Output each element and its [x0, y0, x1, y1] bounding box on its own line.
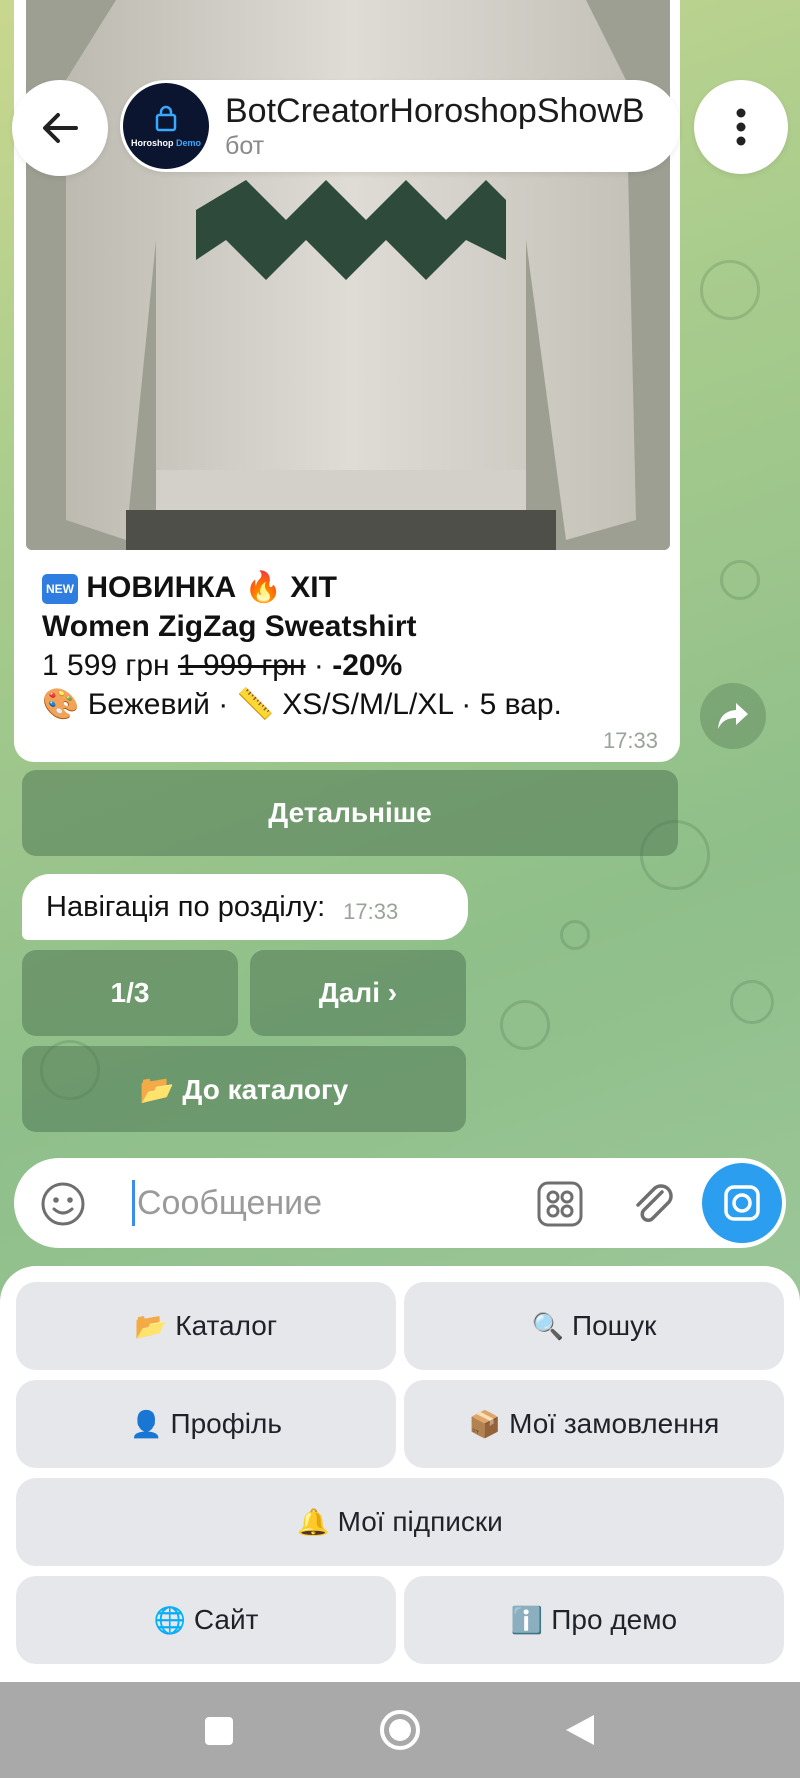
magnifier-icon: 🔍	[531, 1310, 564, 1341]
chat-header-texts: BotCreatorHoroshopShowB бот	[225, 91, 645, 161]
catalog-button-label: Каталог	[175, 1310, 278, 1341]
share-button[interactable]	[700, 683, 766, 749]
package-icon: 📦	[468, 1408, 502, 1439]
home-circle-icon	[380, 1710, 420, 1750]
new-badge-icon: NEW	[42, 574, 78, 605]
message-time: 17:33	[602, 728, 658, 753]
price-separator: ·	[313, 649, 324, 682]
navigation-message: Навігація по розділу: 17:33	[22, 874, 468, 940]
system-navigation-bar	[0, 1682, 800, 1778]
details-button[interactable]: Детальніше	[22, 770, 678, 856]
triangle-back-icon	[566, 1715, 594, 1745]
next-page-button[interactable]: Далі ›	[250, 950, 466, 1036]
avatar-logo-text: Horoshop Demo	[130, 138, 202, 148]
emoji-button[interactable]	[40, 1181, 86, 1227]
my-orders-button-label: Мої замовлення	[509, 1408, 720, 1439]
camera-icon	[724, 1185, 760, 1221]
page-indicator-button[interactable]: 1/3	[22, 950, 238, 1036]
site-button-label: Сайт	[193, 1604, 259, 1635]
bot-keyboard-toggle[interactable]	[536, 1180, 584, 1228]
folder-icon: 📂	[134, 1310, 168, 1341]
more-vertical-icon	[736, 108, 746, 146]
chat-subtitle: бот	[225, 132, 265, 160]
message-input-bar	[14, 1158, 786, 1248]
product-price: 1 599 грн	[42, 649, 170, 682]
reply-keyboard: 📂 Каталог 🔍 Пошук 👤 Профіль 📦 Мої замовл…	[0, 1266, 800, 1682]
chat-title: BotCreatorHoroshopShowB	[225, 92, 645, 130]
back-button[interactable]	[12, 80, 108, 176]
product-old-price: 1 999 грн	[177, 649, 306, 682]
share-arrow-icon	[718, 703, 748, 729]
home-button[interactable]	[378, 1708, 422, 1752]
user-icon: 👤	[130, 1408, 163, 1439]
product-caption: NEW НОВИНКА 🔥 ХІТ Women ZigZag Sweatshir…	[42, 568, 662, 724]
paperclip-icon	[636, 1184, 673, 1222]
more-menu-button[interactable]	[694, 80, 788, 174]
about-demo-button-label: Про демо	[551, 1604, 678, 1635]
catalog-button[interactable]: 📂 Каталог	[16, 1282, 396, 1370]
square-icon	[205, 1717, 233, 1745]
bot-avatar[interactable]: Horoshop Demo	[123, 83, 209, 169]
search-button[interactable]: 🔍 Пошук	[404, 1282, 784, 1370]
bell-icon: 🔔	[297, 1506, 330, 1537]
product-discount: -20%	[332, 649, 403, 682]
product-name: Women ZigZag Sweatshirt	[42, 610, 417, 643]
to-catalog-button[interactable]: 📂 До каталогу	[22, 1046, 466, 1132]
keyboard-grid-icon	[537, 1181, 583, 1227]
recents-button[interactable]	[202, 1714, 236, 1748]
my-subscriptions-button-label: Мої підписки	[337, 1506, 503, 1537]
chat-header[interactable]: Horoshop Demo BotCreatorHoroshopShowB бо…	[120, 80, 680, 172]
info-icon: ℹ️	[510, 1604, 544, 1635]
globe-icon: 🌐	[153, 1604, 186, 1635]
search-button-label: Пошук	[571, 1310, 657, 1341]
profile-button[interactable]: 👤 Профіль	[16, 1380, 396, 1468]
arrow-left-icon	[43, 113, 78, 143]
product-price-line: 1 599 грн 1 999 грн · -20%	[42, 646, 662, 685]
shopping-bag-icon	[155, 105, 177, 132]
my-subscriptions-button[interactable]: 🔔 Мої підписки	[16, 1478, 784, 1566]
my-orders-button[interactable]: 📦 Мої замовлення	[404, 1380, 784, 1468]
camera-button[interactable]	[702, 1163, 782, 1243]
back-nav-button[interactable]	[562, 1712, 598, 1748]
message-input[interactable]	[132, 1180, 432, 1226]
smiley-icon	[41, 1182, 85, 1226]
site-button[interactable]: 🌐 Сайт	[16, 1576, 396, 1664]
navigation-text: Навігація по розділу:	[46, 890, 326, 923]
profile-button-label: Профіль	[170, 1408, 282, 1439]
attach-button[interactable]	[628, 1178, 678, 1228]
product-tag-line: НОВИНКА 🔥 ХІТ	[86, 571, 337, 604]
product-tags: NEW НОВИНКА 🔥 ХІТ	[42, 568, 662, 607]
product-details: 🎨 Бежевий · 📏 XS/S/M/L/XL · 5 вар.	[42, 688, 562, 721]
navigation-time: 17:33	[343, 899, 399, 924]
about-demo-button[interactable]: ℹ️ Про демо	[404, 1576, 784, 1664]
